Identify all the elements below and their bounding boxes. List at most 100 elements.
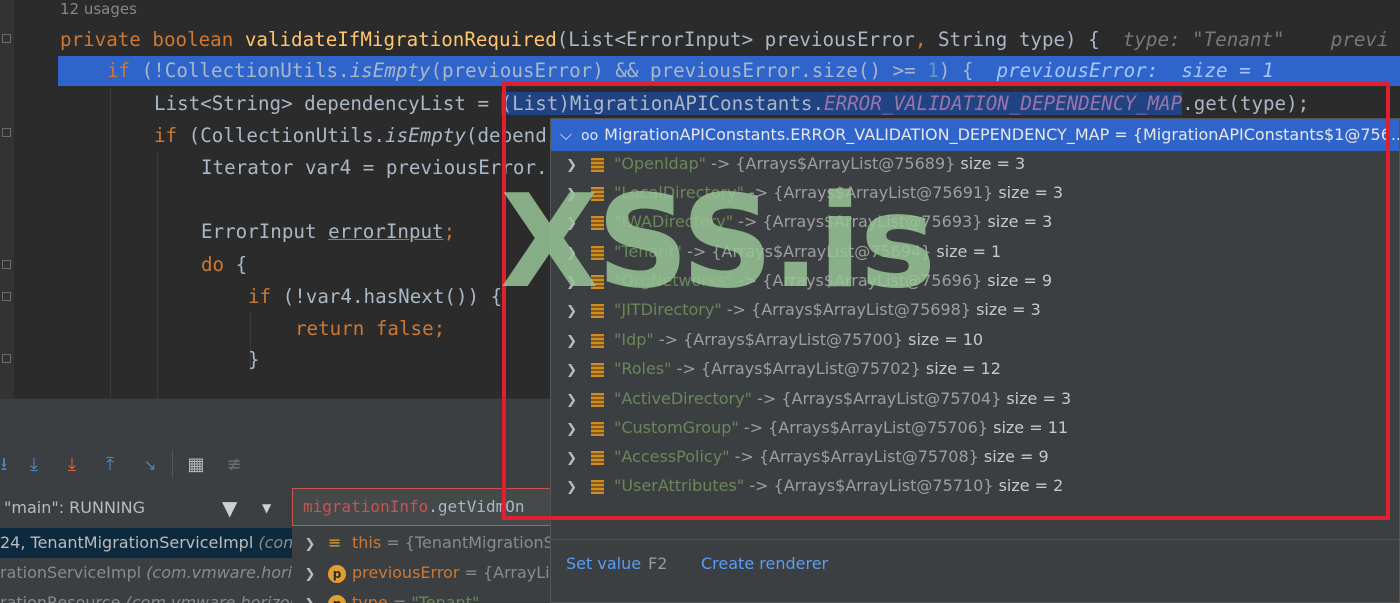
evaluate-expression-input[interactable]: migrationInfo.getVidmOn: [292, 488, 552, 526]
code-text: isEmpty: [385, 124, 466, 147]
editor-gutter[interactable]: [0, 0, 14, 400]
map-entry[interactable]: ❯ "OrgNetworks" -> {Arrays$ArrayList@7569…: [551, 266, 1399, 297]
fold-icon[interactable]: [2, 128, 11, 137]
map-entry[interactable]: ❯ "AccessPolicy" -> {Arrays$ArrayList@757…: [551, 442, 1399, 473]
frame-item[interactable]: rationResource (com.vmware.horizon.n: [0, 588, 292, 603]
field-icon: [591, 157, 604, 172]
step-out-icon[interactable]: ⤒: [98, 453, 122, 477]
code-line-has-next[interactable]: if (!var4.hasNext()) {: [248, 281, 502, 313]
code-text: List<String> dependencyList =: [154, 92, 501, 115]
frame-item[interactable]: 24, TenantMigrationServiceImpl (com.v: [0, 528, 292, 558]
entry-ref: {Arrays$ArrayList@75702}: [700, 359, 921, 378]
code-line-do[interactable]: do {: [201, 249, 247, 281]
entry-arrow: ->: [721, 300, 752, 319]
thread-selector[interactable]: "main": RUNNING ▼ ▼: [0, 488, 292, 528]
variable-eq: =: [387, 593, 412, 603]
entry-arrow: ->: [671, 359, 701, 378]
code-line-return[interactable]: return false;: [295, 313, 445, 345]
step-over-icon[interactable]: ⭳: [0, 453, 16, 477]
expand-icon[interactable]: ❯: [551, 327, 591, 356]
frame-item[interactable]: rationServiceImpl (com.vmware.horizo: [0, 558, 292, 588]
code-line-dependency-list[interactable]: List<String> dependencyList = (List)Migr…: [154, 88, 1309, 120]
expand-icon[interactable]: ❯: [551, 239, 591, 268]
field-icon: [591, 245, 604, 260]
evaluate-expression-icon[interactable]: ▦: [184, 453, 208, 477]
entry-size: size = 10: [908, 330, 984, 349]
expand-icon[interactable]: ❯: [551, 356, 591, 385]
parameter-icon: p: [328, 594, 346, 603]
entry-key: "AccessPolicy": [614, 447, 730, 466]
variable-name: this: [352, 533, 382, 552]
selected-text: (List): [500, 92, 570, 115]
code-text: ErrorInput: [201, 220, 329, 243]
map-entry[interactable]: ❯ "Openldap" -> {Arrays$ArrayList@75689} …: [551, 149, 1399, 180]
expand-icon[interactable]: ❯: [551, 180, 591, 209]
map-entry[interactable]: ❯ "ActiveDirectory" -> {Arrays$ArrayList@…: [551, 384, 1399, 415]
entry-ref: {Arrays$ArrayList@75704}: [781, 389, 1002, 408]
map-entry[interactable]: ❯ "JITDirectory" -> {Arrays$ArrayList@756…: [551, 295, 1399, 326]
expand-icon[interactable]: ❯: [551, 473, 591, 502]
entry-size: size = 9: [983, 447, 1049, 466]
code-line-method-signature[interactable]: private boolean validateIfMigrationRequi…: [60, 24, 1389, 56]
map-entry[interactable]: ❯ "UserAttributes" -> {Arrays$ArrayList@7…: [551, 471, 1399, 502]
code-line-if-empty[interactable]: if (CollectionUtils.isEmpty(depend: [154, 120, 547, 152]
expand-icon[interactable]: ❯: [551, 151, 591, 180]
expand-icon[interactable]: ❯: [551, 444, 591, 473]
watch-glasses-icon: oo: [581, 128, 599, 144]
filter-icon[interactable]: ▼: [222, 488, 237, 528]
set-value-link[interactable]: Set value: [566, 549, 641, 579]
step-into-icon[interactable]: ⤓: [22, 453, 46, 477]
expand-icon[interactable]: ❯: [551, 386, 591, 415]
map-entry[interactable]: ❯ "IWADirectory" -> {Arrays$ArrayList@756…: [551, 207, 1399, 238]
expand-icon[interactable]: ❯: [551, 297, 591, 326]
expand-icon[interactable]: ❯: [292, 530, 328, 558]
usages-hint[interactable]: 12 usages: [60, 0, 137, 18]
chevron-down-icon[interactable]: ⌵: [551, 119, 581, 151]
variable-row[interactable]: ❯ ≡ this = {TenantMigrationSe: [292, 528, 552, 558]
quick-evaluate-popup[interactable]: ⌵ oo MigrationAPIConstants.ERROR_VALIDATIO…: [550, 118, 1400, 603]
map-entry[interactable]: ❯ "Roles" -> {Arrays$ArrayList@75702} siz…: [551, 354, 1399, 385]
map-entry[interactable]: ❯ "LocalDirectory" -> {Arrays$ArrayList@7…: [551, 178, 1399, 209]
map-entry[interactable]: ❯ "Idp" -> {Arrays$ArrayList@75700} size …: [551, 325, 1399, 356]
entry-size: size = 9: [987, 271, 1053, 290]
run-to-cursor-icon[interactable]: ↘: [138, 453, 162, 477]
variable-name: type: [352, 593, 388, 603]
code-line-error-input[interactable]: ErrorInput errorInput;: [201, 216, 455, 248]
map-entry[interactable]: ❯ "CustomGroup" -> {Arrays$ArrayList@7570…: [551, 413, 1399, 444]
frame-method: rationServiceImpl: [0, 563, 147, 582]
code-line-if-statement[interactable]: if (!CollectionUtils.isEmpty(previousErr…: [107, 55, 1274, 87]
code-line-iterator[interactable]: Iterator var4 = previousError.: [201, 152, 548, 184]
entry-ref: {Arrays$ArrayList@75708}: [758, 447, 979, 466]
create-renderer-link[interactable]: Create renderer: [701, 549, 828, 579]
variable-row[interactable]: ❯ptype = "Tenant": [292, 588, 552, 603]
number-literal: 1: [927, 59, 939, 82]
field-icon: [591, 215, 604, 230]
fold-icon[interactable]: [2, 292, 11, 301]
trace-icon[interactable]: ≢: [222, 453, 246, 477]
code-text: (previousError) && previousError.size() …: [430, 59, 928, 82]
expand-icon[interactable]: ❯: [551, 209, 591, 238]
fold-icon[interactable]: [2, 354, 11, 363]
popup-actions: Set value F2 Create renderer: [551, 549, 1399, 579]
entry-key: "OrgNetworks": [614, 271, 733, 290]
expand-icon[interactable]: ❯: [292, 560, 328, 588]
fold-icon[interactable]: [2, 34, 11, 43]
entry-arrow: ->: [706, 154, 736, 173]
variable-row[interactable]: ❯p previousError = {ArrayList: [292, 558, 552, 588]
map-entry[interactable]: ❯ "Tenant" -> {Arrays$ArrayList@75694} si…: [551, 237, 1399, 268]
variables-list: ❯ ≡ this = {TenantMigrationSe ❯ p previousEr…: [292, 528, 552, 603]
force-step-into-icon[interactable]: ⤓: [60, 453, 84, 477]
method-name: validateIfMigrationRequired: [244, 28, 557, 51]
frame-package: (com.vmware.horizon.n: [125, 593, 293, 603]
entry-ref: {Arrays$ArrayList@75693}: [762, 212, 983, 231]
chevron-down-icon[interactable]: ▼: [262, 488, 271, 528]
expand-icon[interactable]: ❯: [292, 590, 328, 603]
popup-header-row[interactable]: ⌵ oo MigrationAPIConstants.ERROR_VALIDATIO…: [551, 119, 1399, 151]
entry-arrow: ->: [653, 330, 684, 349]
expand-icon[interactable]: ❯: [551, 268, 591, 297]
code-text: (depend: [465, 124, 547, 147]
indent-guide: [110, 88, 111, 400]
code-line-close-brace[interactable]: }: [248, 344, 260, 376]
expand-icon[interactable]: ❯: [551, 415, 591, 444]
fold-icon[interactable]: [2, 260, 11, 269]
